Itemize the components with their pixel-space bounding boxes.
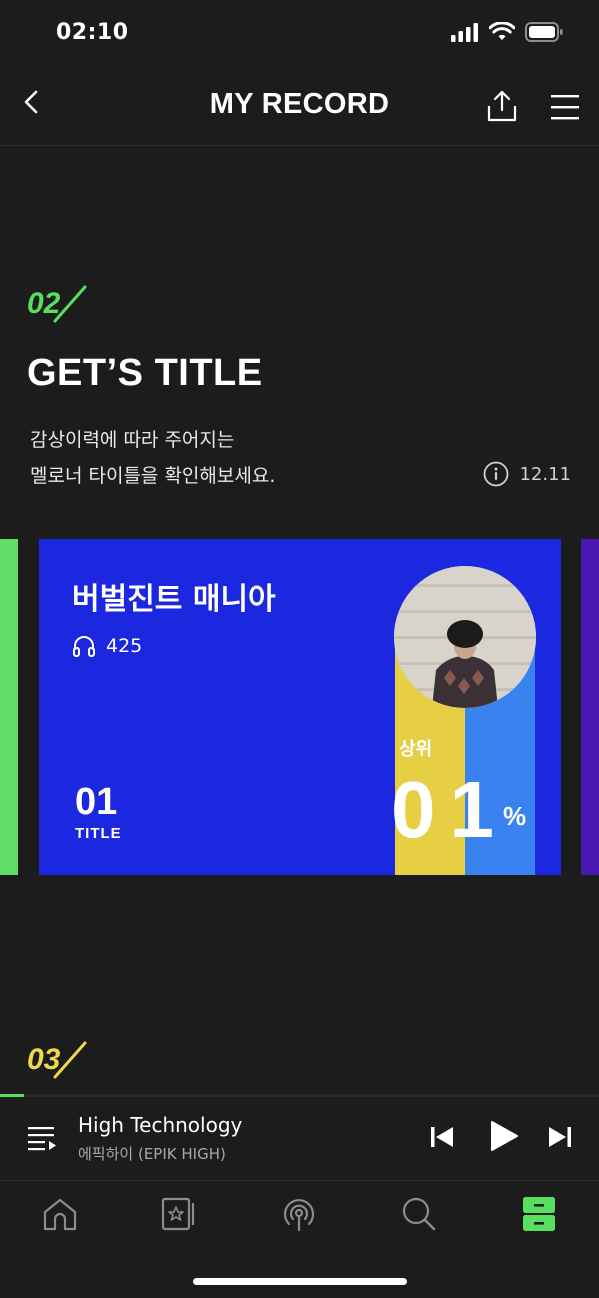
radio-icon[interactable] [279, 1194, 319, 1234]
storage-icon[interactable] [519, 1194, 559, 1234]
search-icon[interactable] [399, 1194, 439, 1234]
section-title: GET’S TITLE [27, 352, 263, 394]
slash-decoration [53, 1041, 87, 1079]
home-icon[interactable] [40, 1194, 80, 1234]
percent-value: 01 [391, 765, 508, 854]
previous-icon[interactable] [428, 1123, 456, 1151]
song-title[interactable]: High Technology [78, 1113, 242, 1137]
artist-photo [394, 566, 536, 708]
description-line-2: 멜로너 타이틀을 확인해보세요. [30, 465, 276, 487]
playlist-icon[interactable] [26, 1121, 58, 1153]
next-icon[interactable] [546, 1123, 574, 1151]
percent-label: 상위 [399, 739, 433, 760]
top-navigation-bar: MY RECORD [0, 66, 599, 146]
home-indicator [193, 1278, 407, 1285]
my-music-icon[interactable] [159, 1194, 199, 1234]
battery-icon [525, 22, 563, 42]
mini-player[interactable]: High Technology 에픽하이 (EPIK HIGH) [0, 1097, 599, 1181]
play-count: 425 [72, 635, 142, 657]
title-name: 버벌진트 매니아 [72, 582, 276, 617]
headphones-icon [73, 636, 95, 657]
title-card[interactable]: 버벌진트 매니아 425 01 TITLE 상위 01 % [39, 539, 561, 875]
record-date: 12.11 [519, 463, 571, 485]
section-number-02: 02 [27, 285, 87, 323]
status-bar: 02:10 [0, 0, 599, 66]
description-line-1: 감상이력에 따라 주어지는 [30, 429, 235, 451]
info-icon[interactable] [483, 461, 509, 487]
slash-decoration [53, 285, 87, 323]
song-artist[interactable]: 에픽하이 (EPIK HIGH) [78, 1143, 226, 1164]
title-rank-number: 01 [75, 781, 118, 823]
wifi-icon [489, 22, 515, 40]
title-rank-label: TITLE [75, 825, 122, 842]
signal-icon [451, 23, 478, 42]
info-date: 12.11 [483, 461, 571, 487]
play-icon[interactable] [486, 1119, 520, 1153]
previous-card-peek[interactable] [0, 539, 18, 875]
section-description: 감상이력에 따라 주어지는 멜로너 타이틀을 확인해보세요. [30, 422, 275, 494]
percent-sign: % [503, 801, 527, 831]
share-icon[interactable] [484, 88, 520, 124]
play-count-value: 425 [106, 635, 143, 657]
status-icons [451, 22, 563, 42]
status-time: 02:10 [56, 20, 129, 45]
next-card-peek[interactable] [581, 539, 599, 875]
artist-photo-image [394, 566, 536, 708]
hamburger-menu-icon[interactable] [548, 90, 584, 124]
section-number-03: 03 [27, 1041, 87, 1079]
